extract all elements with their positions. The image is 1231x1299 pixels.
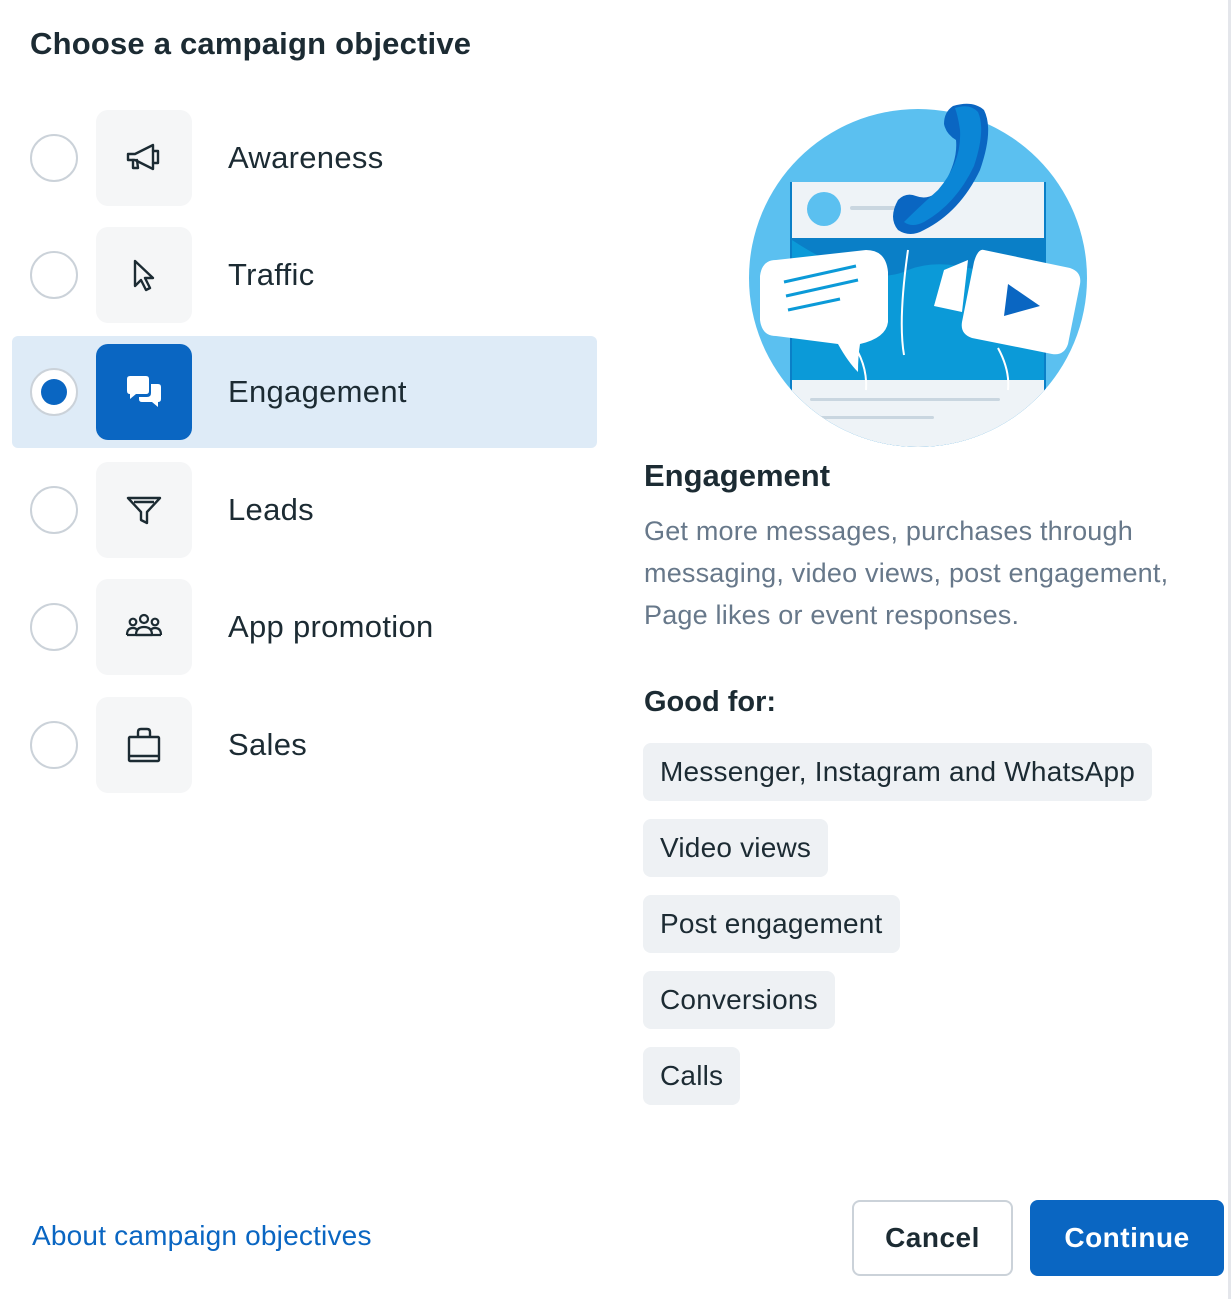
objective-label: Traffic <box>228 257 315 292</box>
cancel-button[interactable]: Cancel <box>852 1200 1013 1276</box>
good-for-chip: Video views <box>643 819 829 877</box>
radio-traffic[interactable] <box>30 251 78 299</box>
objective-engagement[interactable]: Engagement <box>12 336 597 448</box>
objective-label: Engagement <box>228 374 407 409</box>
objective-awareness[interactable]: Awareness <box>12 102 597 214</box>
good-for-chip: Conversions <box>643 971 835 1029</box>
objective-label: Leads <box>228 492 314 527</box>
radio-leads[interactable] <box>30 486 78 534</box>
good-for-chip: Messenger, Instagram and WhatsApp <box>643 743 1153 801</box>
chat-bubbles-icon <box>96 344 192 440</box>
good-for-chip: Calls <box>643 1047 741 1105</box>
objective-app-promotion[interactable]: App promotion <box>12 571 597 683</box>
continue-button[interactable]: Continue <box>1030 1200 1224 1276</box>
radio-sales[interactable] <box>30 721 78 769</box>
people-group-icon <box>96 579 192 675</box>
good-for-list: Messenger, Instagram and WhatsApp Video … <box>643 743 1203 1123</box>
funnel-icon <box>96 462 192 558</box>
radio-selected-dot <box>41 379 67 405</box>
objective-label: Awareness <box>228 140 384 175</box>
detail-description: Get more messages, purchases through mes… <box>644 516 1169 630</box>
radio-app-promotion[interactable] <box>30 603 78 651</box>
objective-sales[interactable]: Sales <box>12 689 597 801</box>
engagement-illustration <box>748 100 1090 450</box>
radio-awareness[interactable] <box>30 134 78 182</box>
objective-label: Sales <box>228 727 308 762</box>
megaphone-icon <box>96 110 192 206</box>
radio-engagement[interactable] <box>30 368 78 416</box>
objective-label: App promotion <box>228 609 434 644</box>
shopping-bag-icon <box>96 697 192 793</box>
good-for-chip: Post engagement <box>643 895 900 953</box>
cursor-icon <box>96 227 192 323</box>
dialog-title: Choose a campaign objective <box>30 26 472 61</box>
about-campaign-objectives-link[interactable]: About campaign objectives <box>32 1220 372 1252</box>
objective-leads[interactable]: Leads <box>12 454 597 566</box>
detail-title: Engagement <box>644 458 831 493</box>
good-for-heading: Good for: <box>644 686 777 718</box>
objective-traffic[interactable]: Traffic <box>12 219 597 331</box>
